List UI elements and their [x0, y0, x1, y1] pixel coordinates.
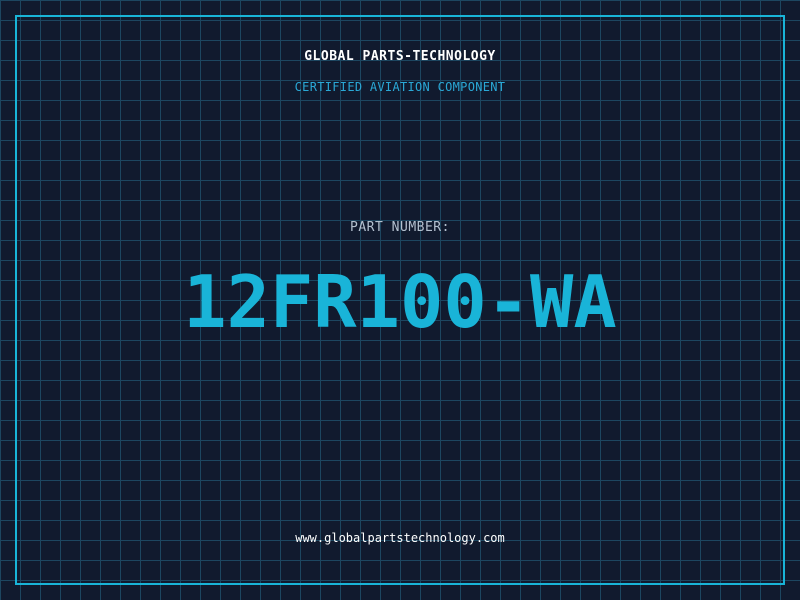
part-label-card: GLOBAL PARTS-TECHNOLOGY CERTIFIED AVIATI… [0, 0, 800, 600]
company-name: GLOBAL PARTS-TECHNOLOGY [304, 49, 496, 64]
part-number-value: 12FR100-WA [183, 260, 617, 344]
website-url: www.globalpartstechnology.com [295, 531, 505, 545]
certification-subtitle: CERTIFIED AVIATION COMPONENT [294, 80, 506, 94]
part-number-label: PART NUMBER: [350, 220, 450, 235]
